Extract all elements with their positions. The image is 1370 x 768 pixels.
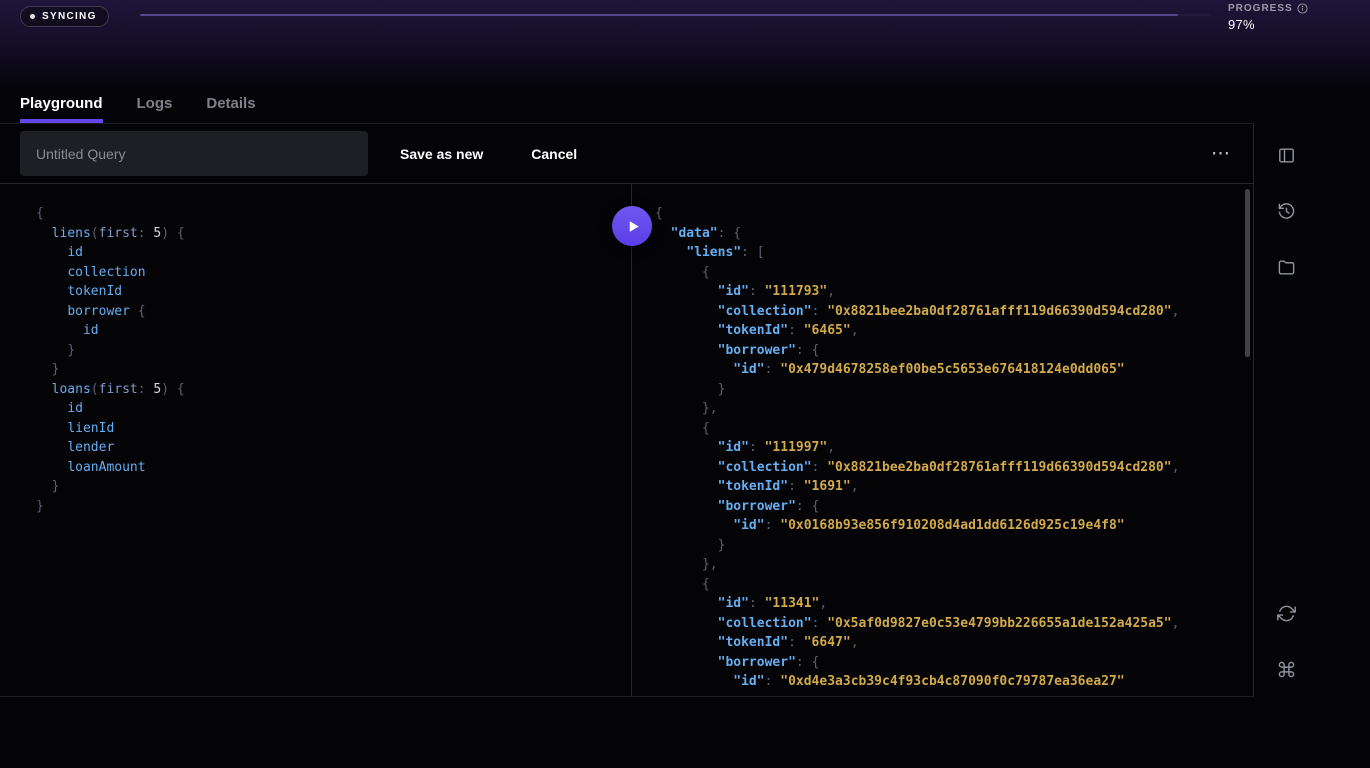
code-line: { [655, 419, 1243, 439]
cancel-button[interactable]: Cancel [531, 146, 577, 162]
response-viewer: { "data": { "liens": [ { "id": "111793",… [632, 184, 1253, 696]
code-line[interactable]: } [36, 341, 621, 361]
header: SYNCING PROGRESS 97% [0, 0, 1370, 90]
response-code: { "data": { "liens": [ { "id": "111793",… [655, 204, 1243, 692]
main-panes: { liens(first: 5) { id collection tokenI… [0, 184, 1253, 697]
sync-status-badge: SYNCING [20, 6, 109, 27]
code-line[interactable]: } [36, 360, 621, 380]
query-code[interactable]: { liens(first: 5) { id collection tokenI… [36, 204, 621, 516]
code-line: "borrower": { [655, 497, 1243, 517]
code-line: "tokenId": "6647", [655, 633, 1243, 653]
query-name-input[interactable] [20, 131, 368, 176]
code-line: } [655, 380, 1243, 400]
command-icon[interactable] [1276, 659, 1296, 679]
toolbar: Save as new Cancel ⋯ [0, 123, 1253, 184]
sync-label: SYNCING [42, 11, 97, 22]
code-line[interactable]: { [36, 204, 621, 224]
code-line[interactable]: loans(first: 5) { [36, 380, 621, 400]
code-line[interactable]: id [36, 243, 621, 263]
refresh-icon[interactable] [1276, 603, 1296, 623]
folder-icon[interactable] [1276, 257, 1296, 277]
code-line: "tokenId": "1691", [655, 477, 1243, 497]
app: SYNCING PROGRESS 97% Playground Logs Det… [0, 0, 1370, 768]
code-line[interactable]: lienId [36, 419, 621, 439]
code-line: "liens": [ [655, 243, 1243, 263]
code-line: "tokenId": "6465", [655, 321, 1243, 341]
save-as-new-button[interactable]: Save as new [400, 146, 483, 162]
progress-percentage: 97% [1228, 17, 1308, 32]
code-line: "id": "0xd4e3a3cb39c4f93cb4c87090f0c7978… [655, 672, 1243, 692]
history-icon[interactable] [1276, 201, 1296, 221]
code-line[interactable]: collection [36, 263, 621, 283]
more-options-button[interactable]: ⋯ [1211, 142, 1231, 165]
progress-label: PROGRESS [1228, 3, 1293, 14]
code-line: { [655, 575, 1243, 595]
tab-bar: Playground Logs Details [0, 90, 1370, 123]
code-line: "collection": "0x8821bee2ba0df28761afff1… [655, 458, 1243, 478]
code-line: "id": "0x479d4678258ef00be5c5653e6764181… [655, 360, 1243, 380]
code-line: }, [655, 399, 1243, 419]
code-line: "id": "0x0168b93e856f910208d4ad1dd6126d9… [655, 516, 1243, 536]
code-line: }, [655, 555, 1243, 575]
code-line[interactable]: borrower { [36, 302, 621, 322]
progress-info: PROGRESS 97% [1228, 3, 1308, 32]
code-line: "id": "11341", [655, 594, 1243, 614]
code-line: "id": "111997", [655, 438, 1243, 458]
tab-playground[interactable]: Playground [20, 95, 103, 123]
code-line: "borrower": { [655, 653, 1243, 673]
code-line[interactable]: id [36, 399, 621, 419]
code-line: "borrower": { [655, 341, 1243, 361]
code-line: "data": { [655, 224, 1243, 244]
code-line[interactable]: } [36, 497, 621, 517]
tab-logs[interactable]: Logs [137, 95, 173, 123]
sync-dot-icon [30, 14, 35, 19]
code-line: "collection": "0x5af0d9827e0c53e4799bb22… [655, 614, 1243, 634]
docs-icon[interactable] [1276, 145, 1296, 165]
progress-bar-fill [140, 14, 1178, 16]
code-line[interactable]: } [36, 477, 621, 497]
code-line: "id": "111793", [655, 282, 1243, 302]
tab-details[interactable]: Details [206, 95, 255, 123]
code-line[interactable]: id [36, 321, 621, 341]
info-icon[interactable] [1297, 3, 1308, 14]
query-editor[interactable]: { liens(first: 5) { id collection tokenI… [0, 184, 632, 696]
code-line: { [655, 204, 1243, 224]
code-line: } [655, 536, 1243, 556]
play-icon [626, 219, 641, 234]
run-query-button[interactable] [612, 206, 652, 246]
code-line[interactable]: liens(first: 5) { [36, 224, 621, 244]
scrollbar-thumb[interactable] [1245, 189, 1250, 357]
code-line[interactable]: lender [36, 438, 621, 458]
progress-bar [140, 14, 1210, 16]
code-line: "collection": "0x8821bee2ba0df28761afff1… [655, 302, 1243, 322]
code-line[interactable]: tokenId [36, 282, 621, 302]
code-line[interactable]: loanAmount [36, 458, 621, 478]
code-line: { [655, 263, 1243, 283]
side-icon-rail [1253, 123, 1370, 697]
